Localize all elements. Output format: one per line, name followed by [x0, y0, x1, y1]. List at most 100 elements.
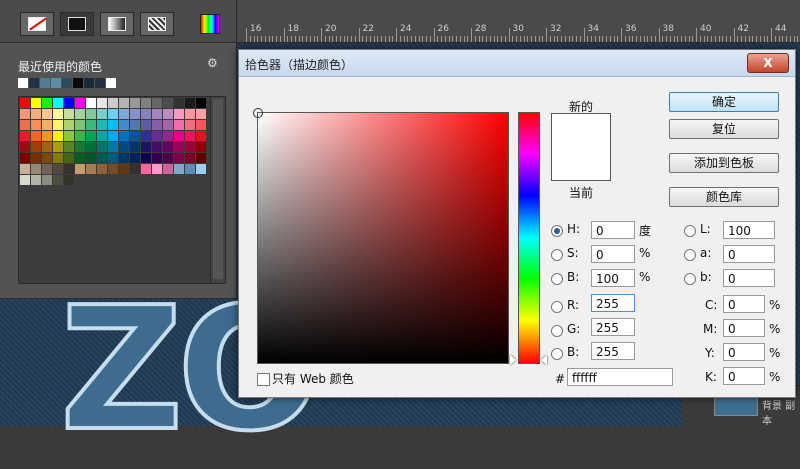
- swatch-cell[interactable]: [196, 142, 206, 152]
- swatch-cell[interactable]: [64, 120, 74, 130]
- swatch-cell[interactable]: [53, 142, 63, 152]
- recent-color-swatch[interactable]: [84, 78, 94, 88]
- swatch-cell[interactable]: [174, 131, 184, 141]
- swatch-cell[interactable]: [20, 98, 30, 108]
- radio-blue[interactable]: [551, 348, 563, 360]
- swatch-cell[interactable]: [108, 98, 118, 108]
- swatch-cell[interactable]: [152, 164, 162, 174]
- swatch-cell[interactable]: [152, 142, 162, 152]
- no-color-button[interactable]: [20, 12, 54, 36]
- swatch-cell[interactable]: [163, 142, 173, 152]
- radio-lightness[interactable]: [684, 225, 696, 237]
- color-cursor-icon[interactable]: [253, 108, 263, 118]
- recent-color-swatch[interactable]: [106, 78, 116, 88]
- swatch-cell[interactable]: [97, 98, 107, 108]
- swatch-cell[interactable]: [53, 109, 63, 119]
- swatch-scrollbar[interactable]: [210, 97, 225, 283]
- swatch-cell[interactable]: [130, 142, 140, 152]
- recent-color-swatch[interactable]: [73, 78, 83, 88]
- swatch-cell[interactable]: [64, 98, 74, 108]
- swatch-cell[interactable]: [86, 131, 96, 141]
- swatch-cell[interactable]: [141, 98, 151, 108]
- swatch-cell[interactable]: [20, 164, 30, 174]
- swatch-cell[interactable]: [108, 153, 118, 163]
- swatch-cell[interactable]: [152, 109, 162, 119]
- swatch-cell[interactable]: [108, 109, 118, 119]
- swatch-cell[interactable]: [53, 175, 63, 185]
- input-saturation[interactable]: 0: [591, 245, 635, 263]
- recent-color-swatch[interactable]: [29, 78, 39, 88]
- swatch-cell[interactable]: [196, 153, 206, 163]
- swatch-cell[interactable]: [20, 175, 30, 185]
- radio-red[interactable]: [551, 301, 563, 313]
- hue-slider-left-arrow-icon[interactable]: [510, 355, 516, 365]
- swatch-cell[interactable]: [86, 142, 96, 152]
- swatch-cell[interactable]: [130, 131, 140, 141]
- swatch-cell[interactable]: [64, 175, 74, 185]
- swatch-cell[interactable]: [196, 131, 206, 141]
- swatch-cell[interactable]: [130, 109, 140, 119]
- swatch-cell[interactable]: [53, 98, 63, 108]
- swatch-cell[interactable]: [185, 131, 195, 141]
- swatch-cell[interactable]: [119, 109, 129, 119]
- swatch-cell[interactable]: [64, 131, 74, 141]
- swatch-cell[interactable]: [119, 142, 129, 152]
- swatch-cell[interactable]: [64, 153, 74, 163]
- swatch-cell[interactable]: [119, 164, 129, 174]
- swatch-cell[interactable]: [31, 164, 41, 174]
- ok-button[interactable]: 确定: [669, 92, 779, 112]
- swatch-cell[interactable]: [42, 131, 52, 141]
- swatch-cell[interactable]: [42, 120, 52, 130]
- swatch-cell[interactable]: [196, 109, 206, 119]
- swatch-cell[interactable]: [196, 120, 206, 130]
- swatch-cell[interactable]: [163, 109, 173, 119]
- swatch-cell[interactable]: [108, 131, 118, 141]
- input-yellow[interactable]: 0: [723, 343, 765, 361]
- swatch-cell[interactable]: [53, 120, 63, 130]
- swatch-cell[interactable]: [42, 153, 52, 163]
- input-hex[interactable]: ffffff: [567, 368, 673, 386]
- swatch-cell[interactable]: [53, 164, 63, 174]
- recent-color-swatch[interactable]: [51, 78, 61, 88]
- swatch-cell[interactable]: [75, 98, 85, 108]
- swatch-cell[interactable]: [141, 120, 151, 130]
- swatch-cell[interactable]: [42, 98, 52, 108]
- swatch-cell[interactable]: [185, 109, 195, 119]
- swatch-cell[interactable]: [86, 164, 96, 174]
- saturation-brightness-field[interactable]: [253, 108, 509, 364]
- swatch-cell[interactable]: [141, 109, 151, 119]
- swatch-cell[interactable]: [130, 120, 140, 130]
- scrollbar-thumb[interactable]: [213, 99, 223, 279]
- swatch-cell[interactable]: [119, 120, 129, 130]
- color-picker-icon[interactable]: [200, 14, 220, 34]
- swatch-cell[interactable]: [185, 98, 195, 108]
- swatch-cell[interactable]: [163, 164, 173, 174]
- swatch-cell[interactable]: [31, 153, 41, 163]
- radio-saturation[interactable]: [551, 249, 563, 261]
- input-brightness[interactable]: 100: [591, 269, 635, 287]
- recent-color-swatch[interactable]: [95, 78, 105, 88]
- swatch-cell[interactable]: [75, 142, 85, 152]
- swatch-cell[interactable]: [119, 131, 129, 141]
- swatch-cell[interactable]: [185, 153, 195, 163]
- swatch-cell[interactable]: [163, 98, 173, 108]
- swatch-cell[interactable]: [119, 98, 129, 108]
- color-preview[interactable]: [551, 113, 611, 181]
- radio-b-channel[interactable]: [684, 273, 696, 285]
- swatch-cell[interactable]: [108, 120, 118, 130]
- input-green[interactable]: 255: [591, 318, 635, 336]
- swatch-cell[interactable]: [53, 153, 63, 163]
- recent-color-swatch[interactable]: [62, 78, 72, 88]
- gear-icon[interactable]: ⚙: [207, 56, 218, 70]
- swatch-cell[interactable]: [53, 131, 63, 141]
- input-a-channel[interactable]: 0: [723, 245, 775, 263]
- input-b-channel[interactable]: 0: [723, 269, 775, 287]
- radio-green[interactable]: [551, 325, 563, 337]
- swatch-cell[interactable]: [108, 164, 118, 174]
- swatch-cell[interactable]: [75, 164, 85, 174]
- swatch-cell[interactable]: [152, 131, 162, 141]
- swatch-cell[interactable]: [86, 109, 96, 119]
- input-blue[interactable]: 255: [591, 342, 635, 360]
- swatch-cell[interactable]: [141, 142, 151, 152]
- hue-slider-right-arrow-icon[interactable]: [541, 355, 547, 365]
